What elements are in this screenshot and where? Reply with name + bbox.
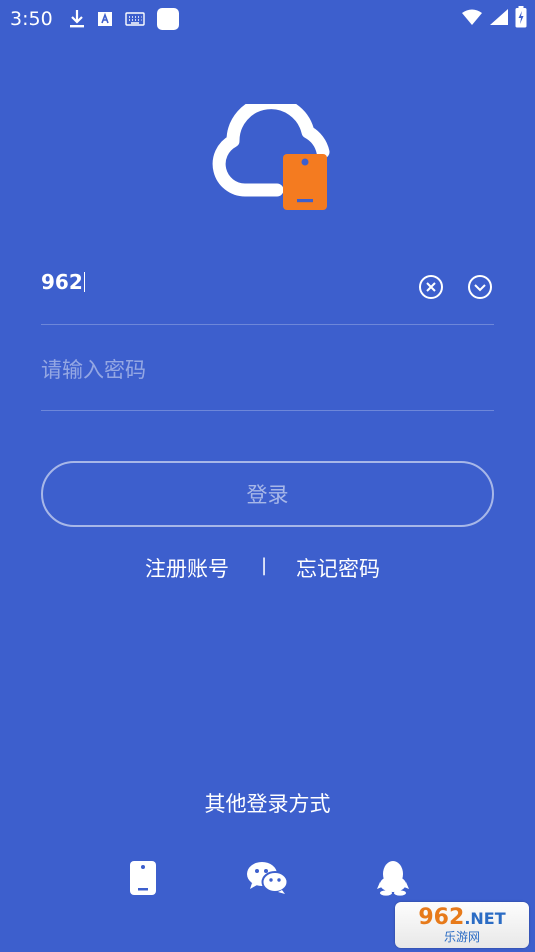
phone-icon[interactable]: [127, 858, 159, 898]
link-separator: |: [261, 555, 268, 576]
other-login-title: 其他登录方式: [204, 792, 331, 816]
signal-icon: [489, 8, 509, 30]
status-bar: 3:50: [0, 0, 535, 38]
account-field[interactable]: 962: [41, 258, 494, 325]
watermark-net: .NET: [464, 908, 506, 928]
wechat-icon[interactable]: [246, 858, 288, 898]
battery-icon: [515, 6, 527, 32]
status-time: 3:50: [10, 8, 53, 30]
password-input[interactable]: [41, 354, 401, 386]
watermark-logo: 962.NET 乐游网: [395, 902, 529, 948]
register-link[interactable]: 注册账号: [145, 553, 229, 583]
account-value: 962: [41, 270, 83, 294]
download-icon: [69, 9, 85, 29]
login-button[interactable]: 登录: [41, 461, 494, 527]
app-logo: [205, 96, 330, 214]
text-a-icon: [97, 11, 113, 27]
qq-icon[interactable]: [376, 858, 410, 898]
clear-icon[interactable]: [418, 274, 444, 300]
forgot-password-link[interactable]: 忘记密码: [296, 553, 380, 583]
watermark-text: 乐游网: [443, 929, 480, 944]
watermark-number: 962: [418, 904, 465, 930]
wifi-icon: [461, 8, 483, 30]
keyboard-icon: [124, 12, 145, 26]
app-square-icon: [156, 8, 179, 30]
account-input[interactable]: 962: [41, 270, 85, 294]
watermark-top: 962.NET: [418, 904, 506, 930]
text-caret: [83, 272, 85, 292]
account-links: 注册账号 | 忘记密码: [0, 553, 535, 583]
chevron-down-icon[interactable]: [467, 274, 493, 300]
password-field[interactable]: [41, 344, 494, 411]
